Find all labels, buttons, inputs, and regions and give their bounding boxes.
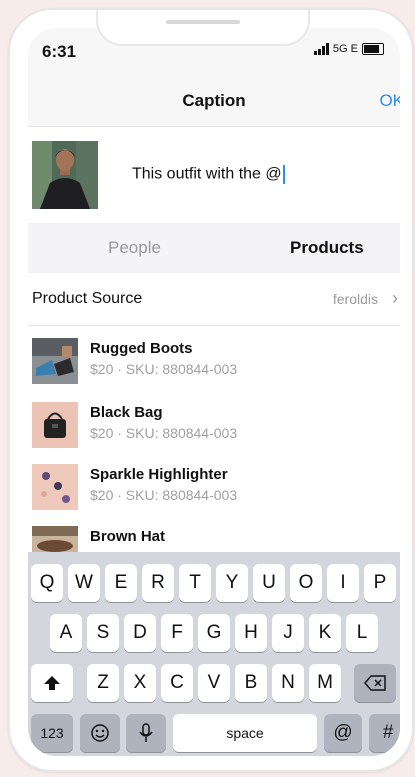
dictation-key[interactable]: [126, 714, 166, 752]
text-cursor: [282, 165, 285, 184]
network-label: 5G E: [332, 43, 358, 55]
product-list: Rugged Boots $20 · SKU: 880844-003 Black…: [28, 326, 400, 552]
key-m[interactable]: M: [309, 664, 341, 702]
backspace-icon: [364, 675, 386, 691]
hat-thumbnail: [32, 526, 78, 552]
tab-people[interactable]: People: [108, 238, 161, 258]
key-r[interactable]: R: [142, 564, 174, 602]
status-time: 6:31: [42, 42, 77, 61]
hash-key[interactable]: #: [369, 714, 400, 752]
key-c[interactable]: C: [161, 664, 193, 702]
key-e[interactable]: E: [105, 564, 137, 602]
phone-notch: [96, 10, 310, 46]
page-title: Caption: [182, 91, 246, 110]
list-item[interactable]: Black Bag $20 · SKU: 880844-003: [28, 402, 400, 462]
key-g[interactable]: G: [198, 614, 230, 652]
tab-products[interactable]: Products: [290, 238, 364, 258]
key-l[interactable]: L: [346, 614, 378, 652]
product-meta: $20 · SKU: 880844-003: [90, 487, 238, 503]
key-n[interactable]: N: [272, 664, 304, 702]
list-item[interactable]: Rugged Boots $20 · SKU: 880844-003: [28, 338, 400, 398]
key-t[interactable]: T: [179, 564, 211, 602]
bag-thumbnail: [32, 402, 78, 448]
shift-arrow-icon: [44, 676, 60, 690]
numbers-key[interactable]: 123: [31, 714, 73, 752]
phone-frame: 6:31 5G E Caption OK: [8, 8, 414, 772]
product-name: Sparkle Highlighter: [90, 466, 228, 483]
key-j[interactable]: J: [272, 614, 304, 652]
onscreen-keyboard: Q W E R T Y U O I P A S D F G H J K L Z …: [28, 552, 400, 756]
key-i[interactable]: I: [327, 564, 359, 602]
key-z[interactable]: Z: [87, 664, 119, 702]
battery-icon: [362, 43, 384, 55]
key-v[interactable]: V: [198, 664, 230, 702]
boots-thumbnail: [32, 338, 78, 384]
key-q[interactable]: Q: [31, 564, 63, 602]
product-meta: $20 · SKU: 880844-003: [90, 425, 238, 441]
signal-icon: [313, 43, 329, 55]
emoji-icon: [91, 724, 109, 742]
backspace-key[interactable]: [354, 664, 396, 702]
key-f[interactable]: F: [161, 614, 193, 652]
shift-key[interactable]: [31, 664, 73, 702]
key-s[interactable]: S: [87, 614, 119, 652]
speaker-grille: [166, 20, 240, 24]
product-source-value: feroldis: [332, 291, 378, 307]
key-a[interactable]: A: [50, 614, 82, 652]
product-name: Brown Hat: [90, 528, 165, 545]
status-icons: 5G E: [313, 43, 384, 55]
phone-screen: 6:31 5G E Caption OK: [28, 28, 400, 756]
product-name: Black Bag: [90, 404, 163, 421]
chevron-right-icon: ›: [392, 288, 398, 308]
navigation-bar: Caption OK: [28, 76, 400, 127]
key-k[interactable]: K: [309, 614, 341, 652]
highlighter-thumbnail: [32, 464, 78, 510]
key-d[interactable]: D: [124, 614, 156, 652]
post-thumbnail: [32, 141, 98, 209]
key-y[interactable]: Y: [216, 564, 248, 602]
product-source-row[interactable]: Product Source feroldis ›: [28, 273, 400, 326]
ok-button[interactable]: OK: [379, 91, 400, 111]
list-item[interactable]: Sparkle Highlighter $20 · SKU: 880844-00…: [28, 464, 400, 524]
space-key[interactable]: space: [173, 714, 317, 752]
list-item[interactable]: Brown Hat: [28, 526, 400, 552]
caption-input[interactable]: This outfit with the @: [132, 165, 285, 184]
at-key[interactable]: @: [324, 714, 362, 752]
key-b[interactable]: B: [235, 664, 267, 702]
microphone-icon: [139, 723, 153, 742]
product-name: Rugged Boots: [90, 340, 193, 357]
product-meta: $20 · SKU: 880844-003: [90, 361, 238, 377]
key-u[interactable]: U: [253, 564, 285, 602]
tag-tabs: People Products: [28, 224, 400, 272]
key-w[interactable]: W: [68, 564, 100, 602]
key-x[interactable]: X: [124, 664, 156, 702]
key-h[interactable]: H: [235, 614, 267, 652]
key-o[interactable]: O: [290, 564, 322, 602]
key-p[interactable]: P: [364, 564, 396, 602]
emoji-key[interactable]: [80, 714, 120, 752]
product-source-label: Product Source: [32, 290, 143, 307]
caption-text: This outfit with the @: [132, 165, 282, 183]
caption-editor: This outfit with the @: [28, 127, 400, 223]
